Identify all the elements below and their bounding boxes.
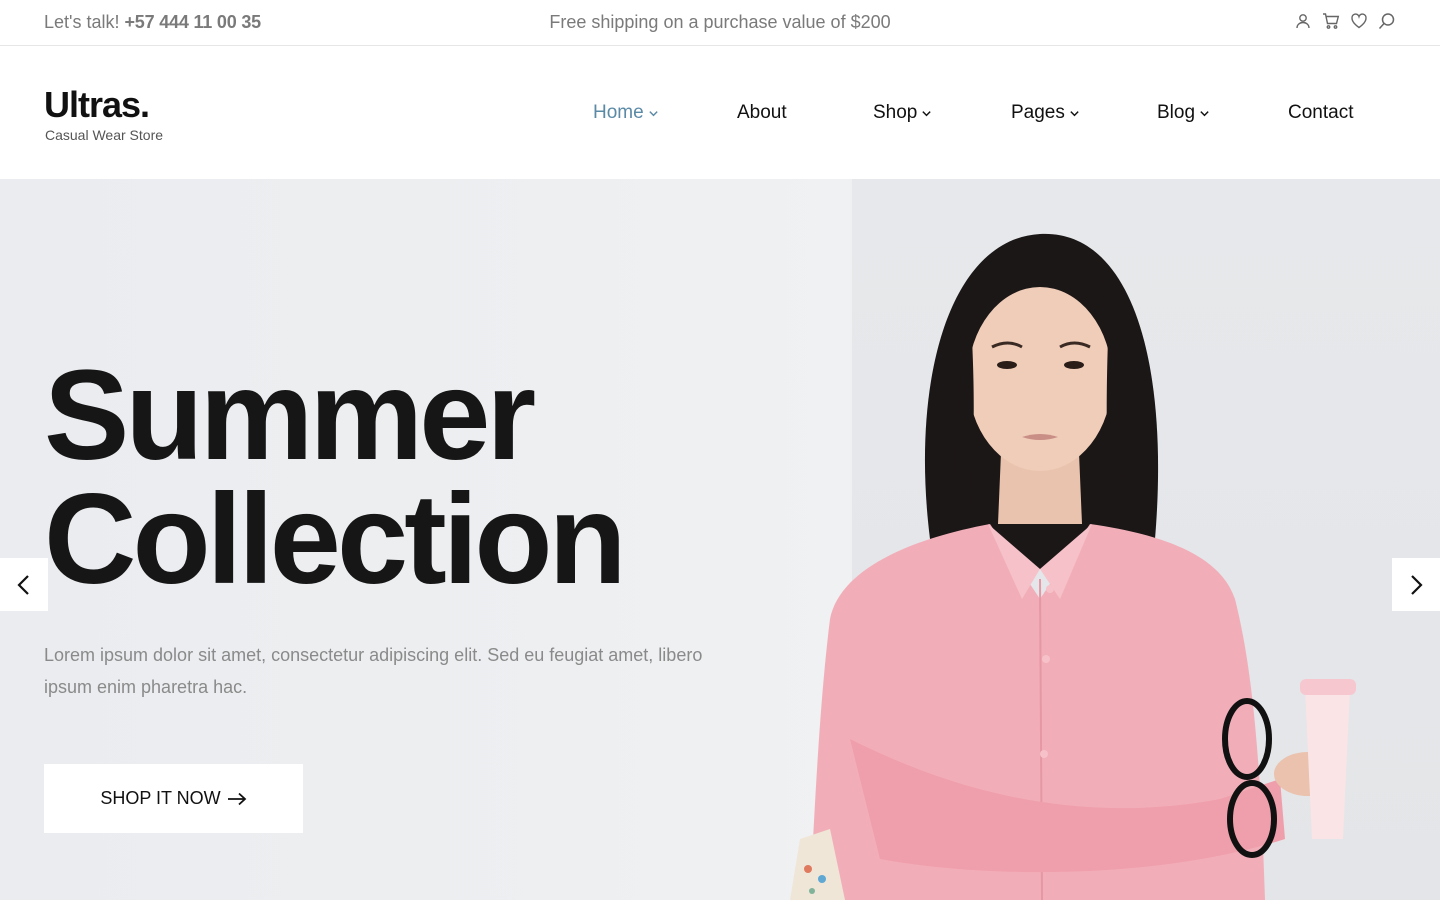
hero-slider: Summer Collection Lorem ipsum dolor sit … — [0, 179, 1440, 900]
hero-title: Summer Collection — [44, 344, 627, 611]
main-nav: Home About Shop Pages Blog Contact — [0, 102, 1440, 126]
nav-item-shop[interactable]: Shop — [873, 102, 932, 124]
top-bar-icons — [1294, 12, 1396, 32]
shop-now-label: SHOP IT NOW — [100, 788, 221, 808]
slider-next-button[interactable] — [1392, 558, 1440, 611]
chevron-down-icon — [921, 108, 932, 119]
chevron-right-icon — [1411, 574, 1423, 595]
arrow-right-icon — [227, 792, 247, 805]
chevron-down-icon — [648, 108, 659, 119]
nav-item-about[interactable]: About — [737, 102, 787, 124]
user-icon[interactable] — [1294, 12, 1312, 32]
hero-model-image — [790, 233, 1356, 900]
nav-label: Blog — [1157, 102, 1196, 123]
search-icon[interactable] — [1378, 12, 1396, 32]
hero-description: Lorem ipsum dolor sit amet, consectetur … — [44, 645, 703, 697]
shipping-note: Free shipping on a purchase value of $20… — [549, 12, 891, 32]
nav-label: Pages — [1011, 102, 1065, 123]
logo-tagline: Casual Wear Store — [45, 127, 164, 143]
shop-now-button[interactable]: SHOP IT NOW — [44, 764, 303, 833]
nav-item-home[interactable]: Home — [593, 102, 659, 124]
nav-item-blog[interactable]: Blog — [1157, 102, 1210, 124]
nav-label: Shop — [873, 102, 918, 123]
top-bar: Let's talk! +57 444 11 00 35 Free shippi… — [0, 0, 1440, 46]
hero-title-line-2: Collection — [44, 468, 627, 611]
heart-icon[interactable] — [1350, 12, 1368, 32]
main-header: Ultras. Casual Wear Store Home About Sho… — [0, 47, 1440, 179]
nav-label: Contact — [1288, 102, 1354, 123]
nav-item-contact[interactable]: Contact — [1288, 102, 1353, 124]
slider-prev-button[interactable] — [0, 558, 48, 611]
chevron-down-icon — [1069, 108, 1080, 119]
chevron-down-icon — [1199, 108, 1210, 119]
cart-icon[interactable] — [1322, 12, 1340, 32]
nav-item-pages[interactable]: Pages — [1011, 102, 1080, 124]
nav-label: Home — [593, 102, 644, 123]
nav-label: About — [737, 102, 787, 123]
hero-title-line-1: Summer — [44, 344, 536, 487]
chevron-left-icon — [17, 574, 29, 595]
